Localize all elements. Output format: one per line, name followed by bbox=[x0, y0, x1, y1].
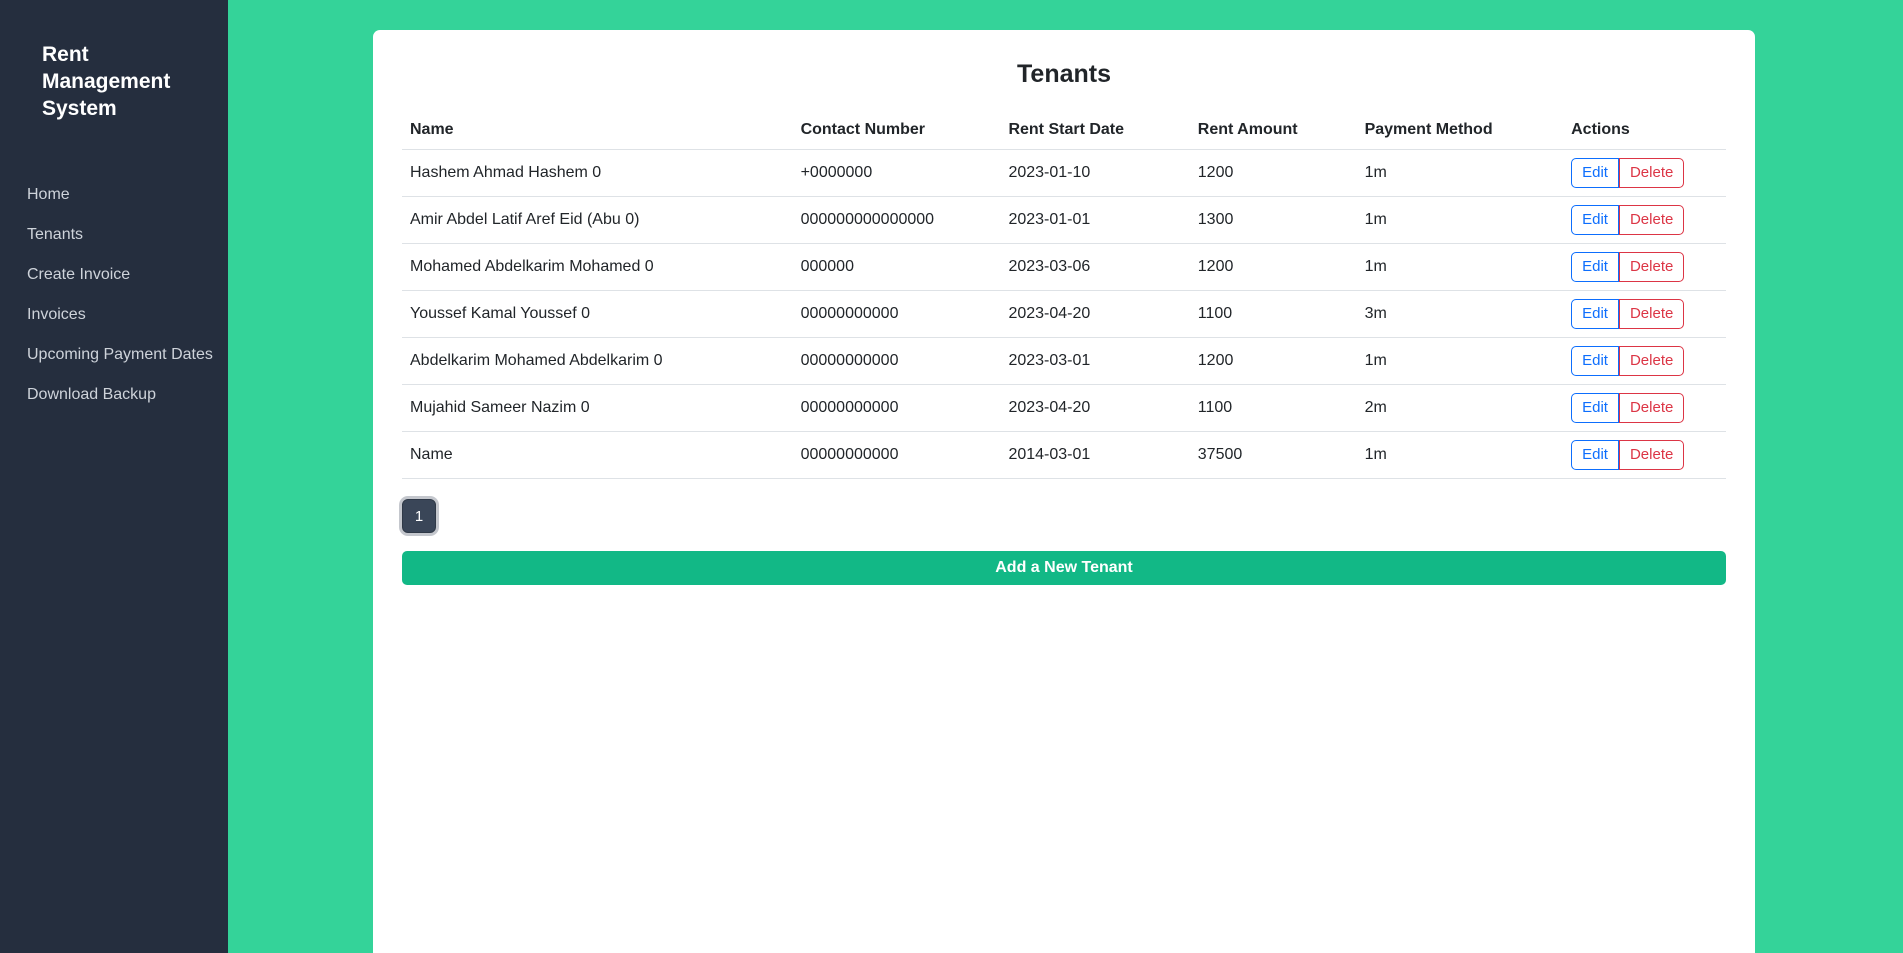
cell-rent-amount: 1300 bbox=[1189, 196, 1357, 244]
cell-payment-method: 1m bbox=[1356, 149, 1564, 197]
brand-line-2: Management bbox=[42, 69, 171, 93]
col-header-rent-start-date: Rent Start Date bbox=[1000, 111, 1190, 150]
brand-line-3: System bbox=[42, 96, 117, 120]
table-row: Abdelkarim Mohamed Abdelkarim 0 00000000… bbox=[402, 337, 1726, 385]
tenants-card: Tenants Name Contact Number Rent Start D… bbox=[373, 30, 1755, 953]
row-actions-group: Edit Delete bbox=[1571, 205, 1685, 235]
cell-rent-start-date: 2014-03-01 bbox=[1000, 431, 1190, 479]
cell-payment-method: 1m bbox=[1356, 196, 1564, 244]
cell-contact-number: 000000000000000 bbox=[792, 196, 1001, 244]
tenants-table: Name Contact Number Rent Start Date Rent… bbox=[402, 111, 1726, 479]
col-header-rent-amount: Rent Amount bbox=[1189, 111, 1357, 150]
app-layout: Rent Management System Home Tenants Crea… bbox=[0, 0, 1903, 953]
delete-button[interactable]: Delete bbox=[1618, 440, 1685, 470]
table-header-row: Name Contact Number Rent Start Date Rent… bbox=[402, 111, 1726, 150]
delete-button[interactable]: Delete bbox=[1618, 393, 1685, 423]
cell-rent-start-date: 2023-01-10 bbox=[1000, 149, 1190, 197]
cell-rent-amount: 1200 bbox=[1189, 243, 1357, 291]
cell-actions: Edit Delete bbox=[1563, 196, 1726, 244]
cell-rent-amount: 37500 bbox=[1189, 431, 1357, 479]
cell-rent-start-date: 2023-01-01 bbox=[1000, 196, 1190, 244]
cell-contact-number: 00000000000 bbox=[792, 290, 1001, 338]
sidebar-nav: Home Tenants Create Invoice Invoices Upc… bbox=[0, 175, 228, 415]
cell-rent-start-date: 2023-04-20 bbox=[1000, 290, 1190, 338]
edit-button[interactable]: Edit bbox=[1571, 299, 1619, 329]
cell-rent-amount: 1100 bbox=[1189, 384, 1357, 432]
cell-rent-amount: 1200 bbox=[1189, 149, 1357, 197]
cell-payment-method: 1m bbox=[1356, 243, 1564, 291]
sidebar-item-tenants[interactable]: Tenants bbox=[0, 215, 228, 255]
sidebar-item-invoices[interactable]: Invoices bbox=[0, 295, 228, 335]
table-row: Mujahid Sameer Nazim 0 00000000000 2023-… bbox=[402, 384, 1726, 432]
cell-actions: Edit Delete bbox=[1563, 384, 1726, 432]
row-actions-group: Edit Delete bbox=[1571, 440, 1685, 470]
sidebar-item-upcoming-payment-dates[interactable]: Upcoming Payment Dates bbox=[0, 335, 228, 375]
sidebar-item-create-invoice[interactable]: Create Invoice bbox=[0, 255, 228, 295]
edit-button[interactable]: Edit bbox=[1571, 393, 1619, 423]
cell-contact-number: 000000 bbox=[792, 243, 1001, 291]
delete-button[interactable]: Delete bbox=[1618, 299, 1685, 329]
row-actions-group: Edit Delete bbox=[1571, 299, 1685, 329]
row-actions-group: Edit Delete bbox=[1571, 252, 1685, 282]
cell-name: Mujahid Sameer Nazim 0 bbox=[402, 384, 793, 432]
delete-button[interactable]: Delete bbox=[1618, 158, 1685, 188]
cell-rent-start-date: 2023-03-06 bbox=[1000, 243, 1190, 291]
cell-rent-amount: 1100 bbox=[1189, 290, 1357, 338]
cell-contact-number: +0000000 bbox=[792, 149, 1001, 197]
col-header-contact-number: Contact Number bbox=[792, 111, 1001, 150]
delete-button[interactable]: Delete bbox=[1618, 252, 1685, 282]
table-row: Hashem Ahmad Hashem 0 +0000000 2023-01-1… bbox=[402, 149, 1726, 197]
cell-rent-start-date: 2023-03-01 bbox=[1000, 337, 1190, 385]
cell-contact-number: 00000000000 bbox=[792, 337, 1001, 385]
table-row: Name 00000000000 2014-03-01 37500 1m Edi… bbox=[402, 431, 1726, 479]
delete-button[interactable]: Delete bbox=[1618, 205, 1685, 235]
delete-button[interactable]: Delete bbox=[1618, 346, 1685, 376]
cell-name: Name bbox=[402, 431, 793, 479]
page-title: Tenants bbox=[1017, 60, 1111, 88]
table-row: Youssef Kamal Youssef 0 00000000000 2023… bbox=[402, 290, 1726, 338]
cell-payment-method: 1m bbox=[1356, 337, 1564, 385]
cell-name: Abdelkarim Mohamed Abdelkarim 0 bbox=[402, 337, 793, 385]
cell-contact-number: 00000000000 bbox=[792, 431, 1001, 479]
cell-actions: Edit Delete bbox=[1563, 149, 1726, 197]
edit-button[interactable]: Edit bbox=[1571, 440, 1619, 470]
col-header-name: Name bbox=[402, 111, 793, 150]
main-area: Tenants Name Contact Number Rent Start D… bbox=[228, 0, 1903, 953]
cell-payment-method: 1m bbox=[1356, 431, 1564, 479]
col-header-payment-method: Payment Method bbox=[1356, 111, 1564, 150]
cell-name: Amir Abdel Latif Aref Eid (Abu 0) bbox=[402, 196, 793, 244]
cell-name: Mohamed Abdelkarim Mohamed 0 bbox=[402, 243, 793, 291]
row-actions-group: Edit Delete bbox=[1571, 393, 1685, 423]
edit-button[interactable]: Edit bbox=[1571, 158, 1619, 188]
sidebar-item-home[interactable]: Home bbox=[0, 175, 228, 215]
brand-title: Rent Management System bbox=[0, 0, 228, 123]
cell-rent-amount: 1200 bbox=[1189, 337, 1357, 385]
cell-actions: Edit Delete bbox=[1563, 243, 1726, 291]
edit-button[interactable]: Edit bbox=[1571, 252, 1619, 282]
cell-rent-start-date: 2023-04-20 bbox=[1000, 384, 1190, 432]
cell-name: Hashem Ahmad Hashem 0 bbox=[402, 149, 793, 197]
pagination: 1 bbox=[402, 499, 1726, 533]
row-actions-group: Edit Delete bbox=[1571, 158, 1685, 188]
cell-actions: Edit Delete bbox=[1563, 431, 1726, 479]
table-row: Amir Abdel Latif Aref Eid (Abu 0) 000000… bbox=[402, 196, 1726, 244]
add-tenant-button[interactable]: Add a New Tenant bbox=[402, 551, 1726, 585]
table-row: Mohamed Abdelkarim Mohamed 0 000000 2023… bbox=[402, 243, 1726, 291]
sidebar: Rent Management System Home Tenants Crea… bbox=[0, 0, 228, 953]
col-header-actions: Actions bbox=[1563, 111, 1726, 150]
brand-line-1: Rent bbox=[42, 43, 89, 66]
cell-actions: Edit Delete bbox=[1563, 290, 1726, 338]
row-actions-group: Edit Delete bbox=[1571, 346, 1685, 376]
cell-actions: Edit Delete bbox=[1563, 337, 1726, 385]
cell-contact-number: 00000000000 bbox=[792, 384, 1001, 432]
cell-payment-method: 3m bbox=[1356, 290, 1564, 338]
edit-button[interactable]: Edit bbox=[1571, 346, 1619, 376]
page-1-button[interactable]: 1 bbox=[402, 499, 436, 533]
sidebar-item-download-backup[interactable]: Download Backup bbox=[0, 375, 228, 415]
cell-payment-method: 2m bbox=[1356, 384, 1564, 432]
cell-name: Youssef Kamal Youssef 0 bbox=[402, 290, 793, 338]
edit-button[interactable]: Edit bbox=[1571, 205, 1619, 235]
